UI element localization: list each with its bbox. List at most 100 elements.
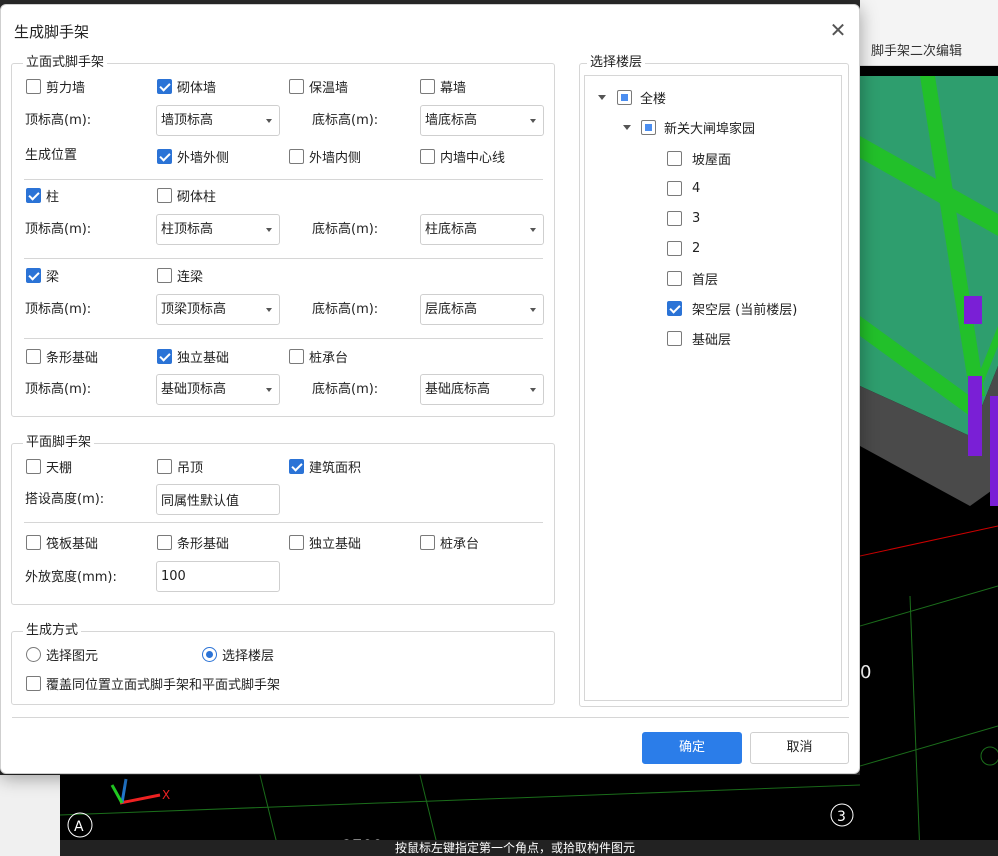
section-divider [24,338,543,339]
foundation-top-elevation-label: 顶标高(m): [25,382,92,397]
wall-top-elevation-select[interactable]: 墙顶标高 [156,105,280,136]
beam-checkbox[interactable]: 梁 [26,265,59,285]
checkbox-box [420,148,435,164]
checkbox-box [667,180,682,196]
plane-strip-foundation-checkbox[interactable]: 条形基础 [157,532,229,552]
checkbox-box [157,187,172,203]
suspended-ceiling-checkbox[interactable]: 吊顶 [157,456,203,476]
select-element-radio[interactable]: 选择图元 [26,644,98,664]
beam-top-elevation-select[interactable]: 顶梁顶标高 [156,294,280,325]
cancel-button[interactable]: 取消 [750,732,849,764]
strip-foundation-checkbox[interactable]: 条形基础 [26,346,98,366]
column-side [968,376,982,456]
axis-gizmo-z [120,778,128,804]
select-floor-radio[interactable]: 选择楼层 [202,644,274,664]
wall-top-elevation-label: 顶标高(m): [25,113,92,128]
tree-item-floor[interactable]: 4 [667,178,700,198]
column-checkbox[interactable]: 柱 [26,185,59,205]
curtain-wall-checkbox[interactable]: 幕墙 [420,76,466,96]
checkbox-box [26,187,41,203]
floor-tree: 全楼 新关大闸埠家园 坡屋面 4 3 2 首层 架空层 (当前楼层) 基础层 [584,75,842,701]
3d-model-view: 0 [860,76,998,856]
close-icon[interactable]: ✕ [827,19,849,41]
checkbox-box [667,210,682,226]
generate-scaffold-dialog: 生成脚手架 ✕ 立面式脚手架 剪力墙 砌体墙 保温墙 幕墙 顶标高(m): 墙顶… [0,4,860,774]
checkbox-box [157,534,172,550]
footer-divider [12,717,849,718]
chevron-down-icon[interactable] [623,125,631,130]
tree-item-all-floors[interactable]: 全楼 [617,87,666,107]
chevron-down-icon[interactable] [598,95,606,100]
exterior-wall-outside-checkbox[interactable]: 外墙外侧 [157,146,229,166]
wall-bottom-elevation-label: 底标高(m): [312,113,379,128]
masonry-wall-checkbox[interactable]: 砌体墙 [157,76,216,96]
checkbox-box [157,348,172,364]
checkbox-box [157,267,172,283]
ok-button[interactable]: 确定 [642,732,742,764]
building-area-checkbox[interactable]: 建筑面积 [289,456,361,476]
shear-wall-checkbox[interactable]: 剪力墙 [26,76,85,96]
raft-foundation-checkbox[interactable]: 筏板基础 [26,532,98,552]
tree-item-floor[interactable]: 架空层 (当前楼层) [667,298,797,318]
outward-width-label: 外放宽度(mm): [25,570,117,585]
checkbox-box [667,240,682,256]
grid-line [60,784,860,816]
axis-x-line [860,525,998,557]
checkbox-box [289,348,304,364]
chevron-down-icon [266,388,272,392]
status-bar: 按鼠标左键指定第一个角点，或拾取构件图元 [60,840,998,856]
beam-bottom-elevation-select[interactable]: 层底标高 [420,294,544,325]
3d-viewport[interactable]: 0 [860,66,998,856]
checkbox-box [26,78,41,94]
erection-height-input[interactable] [156,484,280,515]
checkbox-box [26,267,41,283]
column-top-elevation-select[interactable]: 柱顶标高 [156,214,280,245]
scaffold-edit-label[interactable]: 脚手架二次编辑 [871,40,962,59]
checkbox-box [667,150,682,166]
exterior-wall-inside-checkbox[interactable]: 外墙内侧 [289,146,361,166]
tree-item-floor[interactable]: 首层 [667,268,718,288]
section-divider [24,522,543,523]
checkbox-box [641,119,656,135]
tree-item-floor[interactable]: 坡屋面 [667,148,731,168]
tree-item-floor[interactable]: 2 [667,238,700,258]
plane-pile-cap-checkbox[interactable]: 桩承台 [420,532,479,552]
column-top [964,296,982,324]
checkbox-box [157,148,172,164]
floor-selection-title: 选择楼层 [587,56,646,70]
override-scaffold-checkbox[interactable]: 覆盖同位置立面式脚手架和平面式脚手架 [26,673,280,693]
axis-gizmo-y [110,784,124,804]
plane-scaffold-title: 平面脚手架 [23,436,95,450]
checkbox-box [667,300,682,316]
column-bottom-elevation-select[interactable]: 柱底标高 [420,214,544,245]
chevron-down-icon [266,119,272,123]
checkbox-box [667,330,682,346]
insulation-wall-checkbox[interactable]: 保温墙 [289,76,348,96]
plane-isolated-foundation-checkbox[interactable]: 独立基础 [289,532,361,552]
isolated-foundation-checkbox[interactable]: 独立基础 [157,346,229,366]
chevron-down-icon [266,228,272,232]
tree-item-floor[interactable]: 3 [667,208,700,228]
foundation-top-elevation-select[interactable]: 基础顶标高 [156,374,280,405]
interior-wall-centerline-checkbox[interactable]: 内墙中心线 [420,146,505,166]
masonry-column-checkbox[interactable]: 砌体柱 [157,185,216,205]
section-divider [24,179,543,180]
pile-cap-checkbox[interactable]: 桩承台 [289,346,348,366]
background-left-strip [0,775,60,856]
axis-gizmo-x-label: X [162,788,170,802]
tree-item-floor[interactable]: 基础层 [667,328,731,348]
outward-width-input[interactable] [156,561,280,592]
radio-circle [26,646,41,662]
foundation-bottom-elevation-label: 底标高(m): [312,382,379,397]
wall-bottom-elevation-select[interactable]: 墙底标高 [420,105,544,136]
background-toolbar: 脚手架二次编辑 [860,0,998,66]
checkbox-box [617,89,632,105]
generation-method-group: 生成方式 选择图元 选择楼层 覆盖同位置立面式脚手架和平面式脚手架 [11,624,555,705]
coupling-beam-checkbox[interactable]: 连梁 [157,265,203,285]
beam-top-elevation-label: 顶标高(m): [25,302,92,317]
ceiling-checkbox[interactable]: 天棚 [26,456,72,476]
column-top-elevation-label: 顶标高(m): [25,222,92,237]
foundation-bottom-elevation-select[interactable]: 基础底标高 [420,374,544,405]
tree-item-project[interactable]: 新关大闸埠家园 [641,117,755,137]
chevron-down-icon [266,308,272,312]
